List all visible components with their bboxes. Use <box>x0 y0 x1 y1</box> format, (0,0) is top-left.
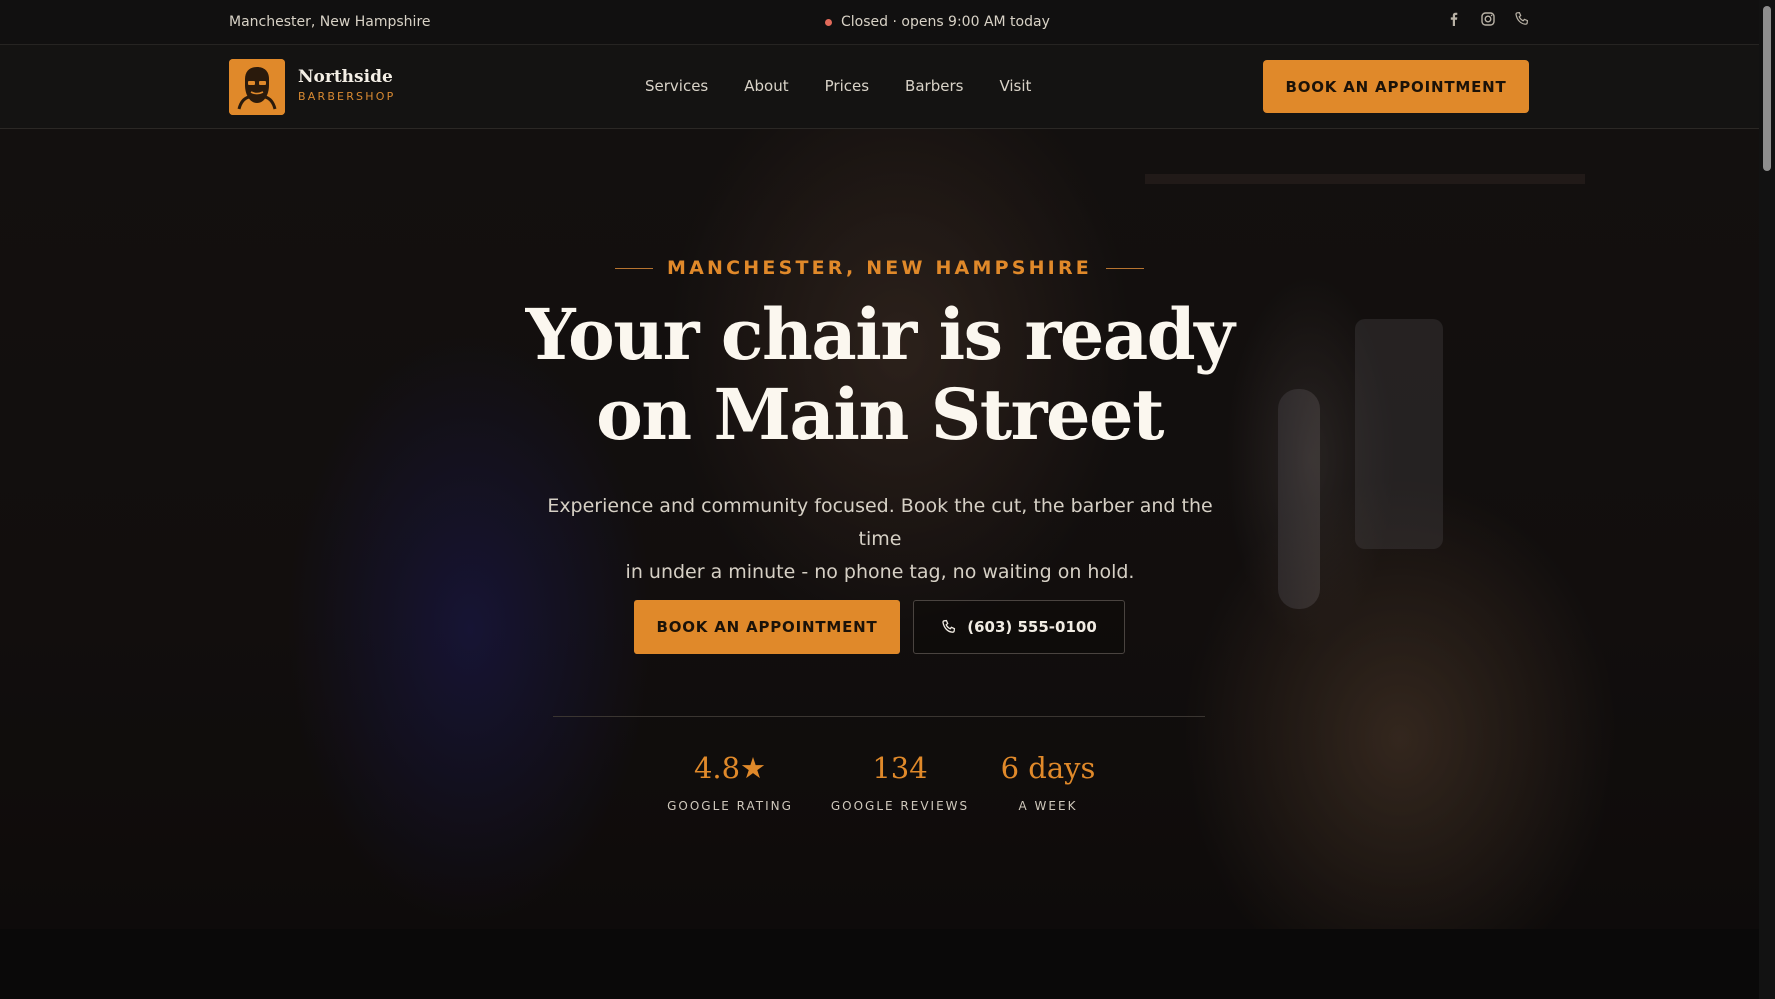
call-button-label: (603) 555-0100 <box>967 618 1097 636</box>
top-info-bar: Manchester, New Hampshire Closed · opens… <box>0 0 1759 45</box>
stat-days-a-week: 6 days A WEEK <box>993 751 1103 813</box>
phone-icon[interactable] <box>1514 11 1530 27</box>
nav-link-prices[interactable]: Prices <box>825 77 869 95</box>
stat-value: 134 <box>872 751 928 785</box>
nav-link-visit[interactable]: Visit <box>999 77 1031 95</box>
topbar-location: Manchester, New Hampshire <box>229 14 431 30</box>
nav-link-barbers[interactable]: Barbers <box>905 77 963 95</box>
stat-google-rating: 4.8★ GOOGLE RATING <box>660 751 800 813</box>
nav-book-appointment-button[interactable]: BOOK AN APPOINTMENT <box>1263 60 1529 113</box>
nav-link-about[interactable]: About <box>744 77 788 95</box>
stat-value: 4.8★ <box>693 751 767 785</box>
call-button[interactable]: (603) 555-0100 <box>913 600 1125 654</box>
page: Manchester, New Hampshire Closed · opens… <box>0 0 1759 999</box>
main-navigation: Northside BARBERSHOP Services About Pric… <box>0 45 1759 129</box>
facebook-icon[interactable] <box>1446 11 1462 27</box>
nav-link-services[interactable]: Services <box>645 77 708 95</box>
hero-lead: Experience and community focused. Book t… <box>540 490 1220 589</box>
stats-divider <box>553 716 1205 717</box>
opening-status: Closed · opens 9:00 AM today <box>825 14 1050 30</box>
stat-value: 6 days <box>1000 751 1096 785</box>
nav-menu: Services About Prices Barbers Visit <box>645 77 1031 95</box>
headline-line-1: Your chair is ready <box>525 293 1235 376</box>
eyebrow-rule-left <box>615 267 654 269</box>
headline-line-2: on Main Street <box>596 373 1164 456</box>
brand-subtitle: BARBERSHOP <box>298 90 396 103</box>
opening-status-text: Closed · opens 9:00 AM today <box>841 14 1050 30</box>
social-links <box>1446 11 1530 27</box>
hero-headline: Your chair is ready on Main Street <box>0 295 1759 455</box>
hero-eyebrow-text: MANCHESTER, NEW HAMPSHIRE <box>667 257 1092 279</box>
hero-book-appointment-button[interactable]: BOOK AN APPOINTMENT <box>634 600 900 654</box>
next-section-band <box>0 929 1759 999</box>
page-scrollbar[interactable] <box>1759 0 1775 999</box>
lead-line-2: in under a minute - no phone tag, no wai… <box>625 561 1135 583</box>
stat-label: A WEEK <box>1018 799 1078 813</box>
brand-name: Northside <box>298 67 393 87</box>
logo-icon[interactable] <box>229 59 285 115</box>
instagram-icon[interactable] <box>1480 11 1496 27</box>
stat-google-reviews: 134 GOOGLE REVIEWS <box>825 751 975 813</box>
eyebrow-rule-right <box>1105 267 1144 269</box>
lead-line-1: Experience and community focused. Book t… <box>547 495 1213 550</box>
scrollbar-thumb[interactable] <box>1763 6 1771 171</box>
status-dot-icon <box>825 18 832 26</box>
stat-label: GOOGLE RATING <box>667 799 793 813</box>
hero-eyebrow: MANCHESTER, NEW HAMPSHIRE <box>0 257 1759 279</box>
stat-label: GOOGLE REVIEWS <box>830 799 970 813</box>
brand[interactable]: Northside BARBERSHOP <box>298 67 395 103</box>
phone-icon <box>942 619 956 633</box>
hero-section: MANCHESTER, NEW HAMPSHIRE Your chair is … <box>0 129 1759 929</box>
